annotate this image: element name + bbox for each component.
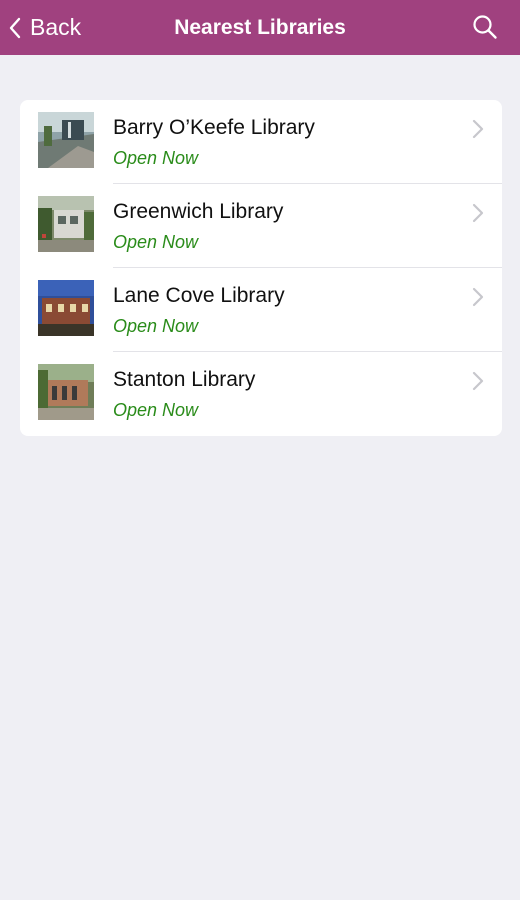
library-thumbnail xyxy=(38,280,94,336)
chevron-right-icon xyxy=(472,371,484,391)
back-label: Back xyxy=(30,14,82,40)
back-button[interactable]: Back xyxy=(8,0,81,55)
library-status: Open Now xyxy=(113,316,199,336)
library-name: Stanton Library xyxy=(113,368,256,391)
library-list: Barry O’Keefe Library Open Now Greenwich… xyxy=(20,100,502,436)
library-name: Barry O’Keefe Library xyxy=(113,116,315,139)
library-list-item[interactable]: Barry O’Keefe Library Open Now xyxy=(20,100,502,184)
library-list-item[interactable]: Stanton Library Open Now xyxy=(20,352,502,436)
chevron-right-icon xyxy=(472,119,484,139)
library-thumbnail xyxy=(38,364,94,420)
chevron-right-icon xyxy=(472,203,484,223)
library-name: Lane Cove Library xyxy=(113,284,285,307)
library-status: Open Now xyxy=(113,400,199,420)
library-name: Greenwich Library xyxy=(113,200,284,223)
library-thumbnail xyxy=(38,196,94,252)
library-status: Open Now xyxy=(113,148,199,168)
search-icon xyxy=(472,15,498,44)
library-thumbnail xyxy=(38,112,94,168)
library-list-item[interactable]: Lane Cove Library Open Now xyxy=(20,268,502,352)
search-button[interactable] xyxy=(472,14,498,40)
library-list-item[interactable]: Greenwich Library Open Now xyxy=(20,184,502,268)
navigation-bar: Back Nearest Libraries xyxy=(0,0,520,55)
chevron-right-icon xyxy=(472,287,484,307)
chevron-left-icon xyxy=(8,16,22,40)
library-status: Open Now xyxy=(113,232,199,252)
